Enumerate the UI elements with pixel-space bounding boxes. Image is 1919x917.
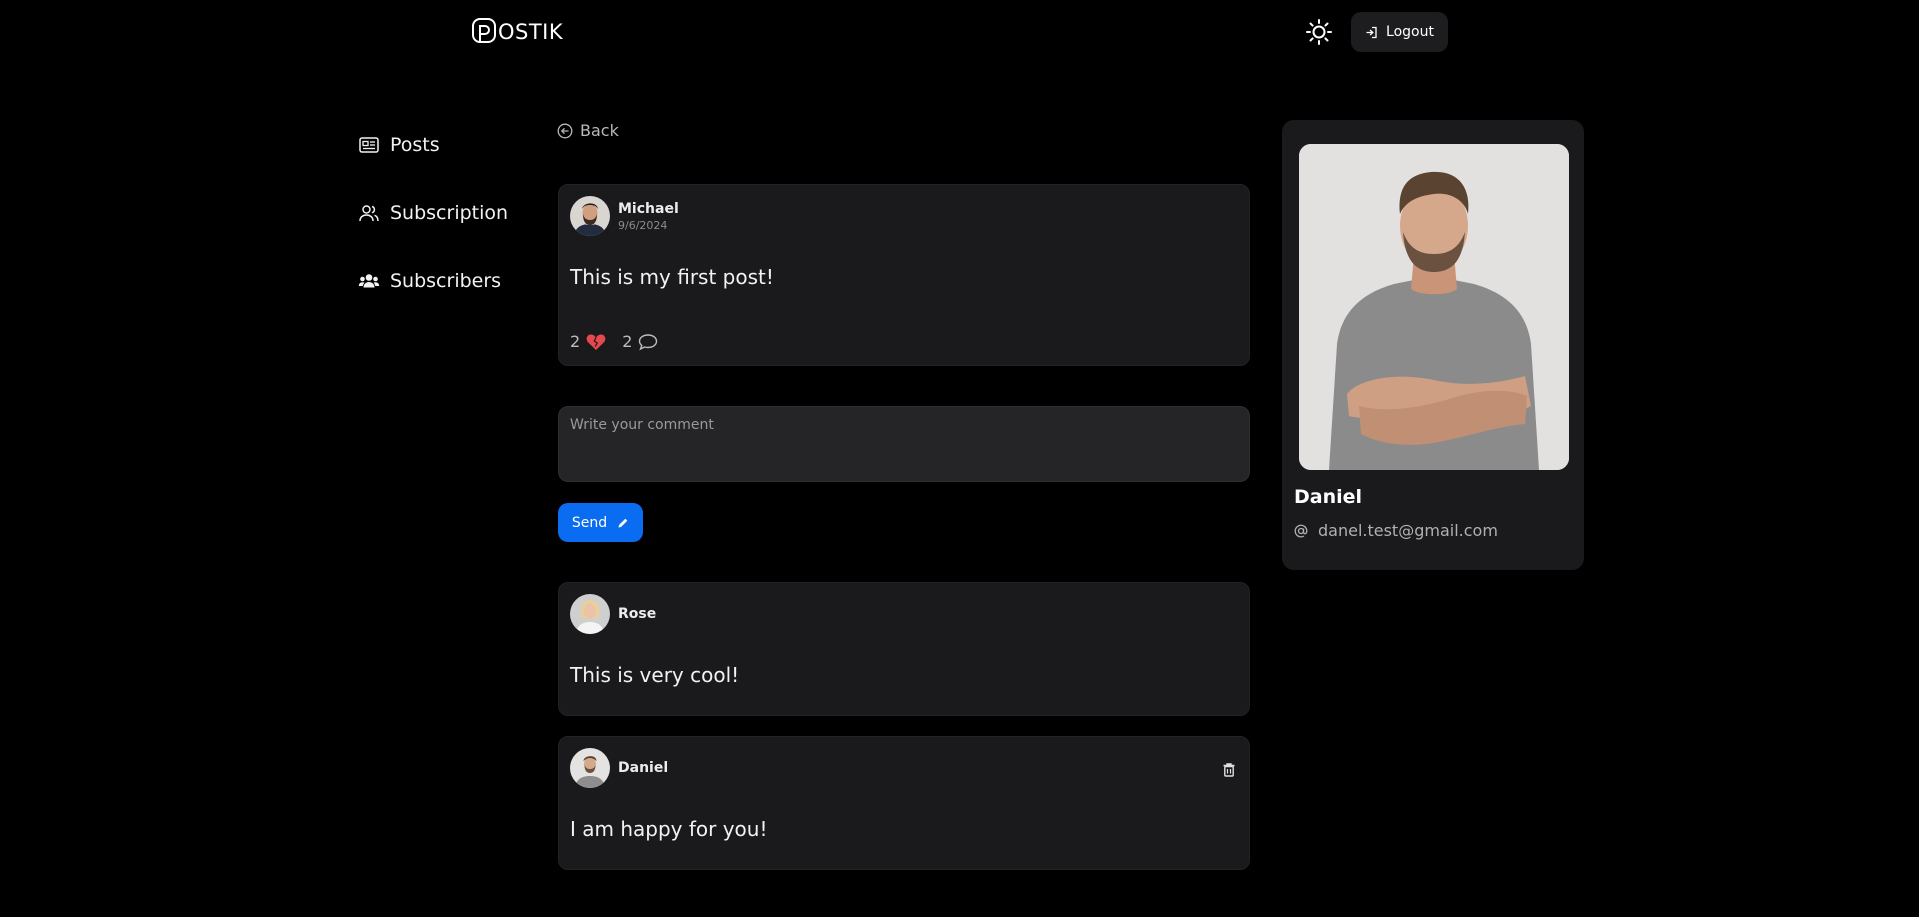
logout-button[interactable]: Logout [1351,12,1448,52]
comment-input-wrapper [558,406,1250,482]
back-link[interactable]: Back [557,121,619,140]
profile-photo-image [1299,144,1569,470]
author-name: Rose [618,606,657,622]
author-name: Michael [618,200,679,217]
sidebar-item-label: Posts [390,134,440,156]
profile-name: Daniel [1294,486,1363,508]
newspaper-icon [359,137,379,153]
post-card: Michael 9/6/2024 This is my first post! … [558,184,1250,366]
users-outline-icon [359,205,379,222]
logo[interactable]: OSTIK [472,18,563,45]
broken-heart-icon [586,334,606,350]
comment-card: Rose This is very cool! [558,582,1250,716]
logo-text: OSTIK [498,19,564,44]
profile-email: danel.test@gmail.com [1294,521,1498,540]
at-sign-icon [1294,524,1308,537]
comment-icon [639,333,658,350]
profile-card: Daniel danel.test@gmail.com [1282,120,1584,570]
avatar-michael-image [570,196,610,236]
pencil-icon [618,518,628,527]
users-solid-icon [358,274,380,288]
sidebar-item-label: Subscribers [390,270,502,292]
avatar [570,196,610,236]
like-count: 2 [570,332,581,351]
comments-button[interactable]: 2 [622,332,658,351]
comment-author[interactable]: Rose [570,594,656,634]
sidebar-item-subscription[interactable]: Subscription [358,196,508,230]
back-label: Back [580,121,619,140]
comment-input[interactable] [570,417,1238,471]
app: OSTIK Logout Posts Subscription Subscrib… [0,0,1919,917]
post-author[interactable]: Michael 9/6/2024 [570,196,679,236]
profile-photo [1299,144,1569,470]
send-label: Send [571,514,608,531]
post-text: This is my first post! [570,265,774,289]
delete-comment-button[interactable] [1220,761,1238,779]
profile-email-text: danel.test@gmail.com [1318,521,1498,540]
avatar-rose-image [570,594,610,634]
theme-toggle-button[interactable] [1305,18,1333,46]
logout-label: Logout [1386,24,1434,40]
like-button[interactable]: 2 [570,332,606,351]
post-stats: 2 2 [570,332,658,351]
sidebar-item-subscribers[interactable]: Subscribers [358,264,508,298]
comment-author[interactable]: Daniel [570,748,668,788]
sidebar-item-label: Subscription [390,202,509,224]
trash-icon [1223,763,1235,777]
comment-card: Daniel I am happy for you! [558,736,1250,870]
sidebar: Posts Subscription Subscribers [358,128,508,332]
post-date: 9/6/2024 [618,218,668,232]
avatar [570,748,610,788]
arrow-left-circle-icon [557,123,573,138]
comment-text: I am happy for you! [570,817,768,841]
comment-text: This is very cool! [570,663,740,687]
avatar-daniel-image [570,748,610,788]
author-name: Daniel [618,760,669,776]
logout-icon [1366,26,1377,38]
logo-mark-icon [472,18,496,43]
sun-icon [1306,19,1332,45]
send-button[interactable]: Send [558,503,643,542]
comment-count: 2 [622,332,633,351]
sidebar-item-posts[interactable]: Posts [358,128,508,162]
avatar [570,594,610,634]
